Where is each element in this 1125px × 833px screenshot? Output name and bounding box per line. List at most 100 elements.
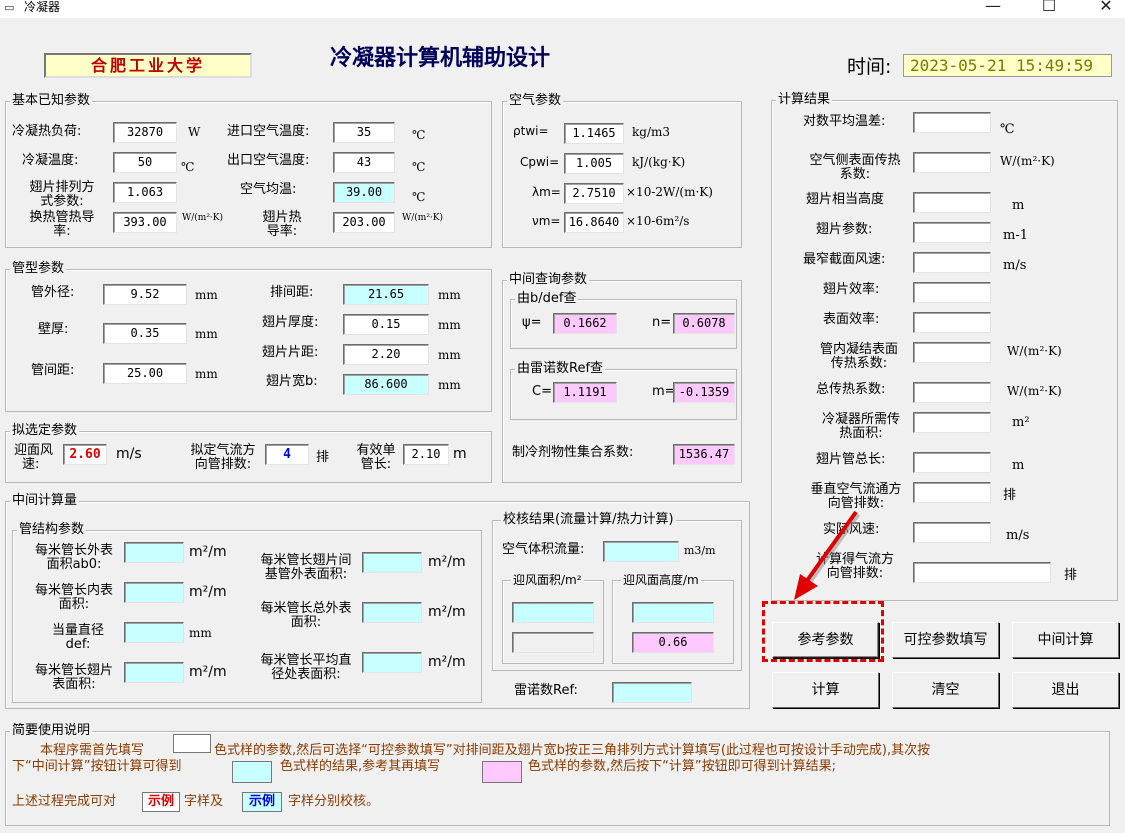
c-field[interactable]: 1.1191 xyxy=(553,382,617,403)
close-button[interactable]: ✕ xyxy=(1091,0,1121,15)
fin-width-unit: mm xyxy=(438,378,461,392)
wall-thickness-unit: mm xyxy=(195,327,218,341)
chosen-params-title: 拟选定参数 xyxy=(10,423,80,439)
air-flow-field[interactable] xyxy=(603,541,679,562)
fin-thickness-field[interactable]: 0.15 xyxy=(343,314,429,335)
surface-efficiency-label: 表面效率: xyxy=(823,312,880,327)
usage-line3c: 字样分别校核。 xyxy=(288,794,380,809)
maximize-button[interactable]: ☐ xyxy=(1034,0,1064,15)
vertical-rows-field[interactable] xyxy=(913,482,991,503)
avg-dia-area-field[interactable] xyxy=(362,652,422,673)
outer-diameter-field[interactable]: 9.52 xyxy=(103,284,187,305)
n-field[interactable]: 0.6078 xyxy=(673,313,735,334)
fin-width-field[interactable]: 86.600 xyxy=(343,374,429,395)
inlet-air-unit: ℃ xyxy=(412,128,426,142)
fin-param-field[interactable] xyxy=(913,222,991,243)
outer-diameter-unit: mm xyxy=(195,288,218,302)
air-htc-field[interactable] xyxy=(913,152,991,173)
surface-efficiency-field[interactable] xyxy=(913,312,991,333)
intermediate-calc-button[interactable]: 中间计算 xyxy=(1012,622,1119,658)
cp-field[interactable]: 1.005 xyxy=(564,153,624,174)
fin-tube-length-field[interactable] xyxy=(913,452,991,473)
fin-conductivity-field[interactable]: 203.00 xyxy=(333,212,395,233)
face-area-field-1[interactable] xyxy=(512,602,594,623)
psi-field[interactable]: 0.1662 xyxy=(553,313,617,334)
row-count-unit: 排 xyxy=(316,450,330,465)
usage-line2b: 色式样的结果,参考其再填写 xyxy=(280,759,441,774)
inner-area-unit: m²/m xyxy=(189,584,227,600)
outer-area-field[interactable] xyxy=(124,542,184,563)
fin-height-unit: m xyxy=(1012,198,1025,213)
exit-button[interactable]: 退出 xyxy=(1012,672,1119,708)
face-height-field-1[interactable] xyxy=(632,602,714,623)
fin-pitch-field[interactable]: 2.20 xyxy=(343,344,429,365)
face-velocity-field[interactable]: 2.60 xyxy=(63,444,107,465)
total-outer-area-field[interactable] xyxy=(362,602,422,623)
face-velocity-unit: m/s xyxy=(116,446,142,462)
fin-arrangement-field[interactable]: 1.063 xyxy=(113,182,177,203)
rho-field[interactable]: 1.1465 xyxy=(564,123,624,144)
fin-efficiency-label: 翅片效率: xyxy=(823,282,880,297)
fin-efficiency-field[interactable] xyxy=(913,282,991,303)
row-count-field[interactable]: 4 xyxy=(265,444,309,465)
air-avg-field[interactable]: 39.00 xyxy=(333,182,395,203)
equiv-diameter-field[interactable] xyxy=(124,622,184,643)
max-velocity-unit: m/s xyxy=(1003,258,1027,273)
fin-arrangement-label: 翅片排列方 式参数: xyxy=(29,180,95,209)
fin-base-area-field[interactable] xyxy=(362,552,422,573)
annotation-arrow-icon xyxy=(794,510,861,600)
cond-temp-field[interactable]: 50 xyxy=(113,152,177,173)
blue-sample-text: 示例 xyxy=(242,792,282,812)
calculate-button[interactable]: 计算 xyxy=(772,672,879,708)
usage-line1a: 本程序需首先填写 xyxy=(40,743,145,758)
actual-velocity-field[interactable] xyxy=(913,522,991,543)
wall-thickness-field[interactable]: 0.35 xyxy=(103,323,187,344)
red-sample-text: 示例 xyxy=(142,792,180,812)
lmtd-field[interactable] xyxy=(913,112,991,133)
air-avg-unit: ℃ xyxy=(412,190,426,204)
tube-pitch-field[interactable]: 25.00 xyxy=(103,363,187,384)
fin-surface-area-unit: m²/m xyxy=(189,664,227,680)
controllable-params-button[interactable]: 可控参数填写 xyxy=(892,622,999,658)
heat-load-field[interactable]: 32870 xyxy=(113,122,177,143)
max-velocity-field[interactable] xyxy=(913,252,991,273)
face-area-field-2[interactable] xyxy=(512,632,594,653)
tube-conductivity-field[interactable]: 393.00 xyxy=(113,212,177,233)
cond-temp-unit: ℃ xyxy=(181,160,195,174)
reynolds-label: 雷诺数Ref: xyxy=(514,683,578,698)
usage-line2a: 下“中间计算”按钮计算可得到 xyxy=(12,759,182,774)
fin-param-unit: m-1 xyxy=(1003,228,1028,243)
fin-conductivity-unit: W/(m²·K) xyxy=(402,213,444,223)
reynolds-field[interactable] xyxy=(612,682,692,703)
required-area-field[interactable] xyxy=(913,412,991,433)
outer-area-label: 每米管长外表 面积ab0: xyxy=(34,543,113,572)
fin-height-field[interactable] xyxy=(913,192,991,213)
m-field[interactable]: -0.1359 xyxy=(673,382,735,403)
inner-area-field[interactable] xyxy=(124,582,184,603)
refrigerant-coef-field[interactable]: 1536.47 xyxy=(673,444,735,465)
nu-unit: ×10-6m²/s xyxy=(626,214,690,228)
c-label: C= xyxy=(532,384,552,399)
outlet-air-unit: ℃ xyxy=(412,160,426,174)
window-titlebar: ▭ 冷凝器 — ☐ ✕ xyxy=(0,0,1125,18)
tube-htc-field[interactable] xyxy=(913,342,991,363)
total-k-field[interactable] xyxy=(913,382,991,403)
total-outer-area-unit: m²/m xyxy=(428,604,466,620)
inlet-air-field[interactable]: 35 xyxy=(333,122,395,143)
row-pitch-unit: mm xyxy=(438,288,461,302)
minimize-button[interactable]: — xyxy=(978,0,1008,15)
nu-field[interactable]: 16.8640 xyxy=(564,212,624,233)
lambda-field[interactable]: 2.7510 xyxy=(564,183,624,204)
face-height-field-2[interactable]: 0.66 xyxy=(632,632,714,653)
calc-rows-field[interactable] xyxy=(913,562,1051,583)
fin-surface-area-field[interactable] xyxy=(124,662,184,683)
face-area-title: 迎风面积/m² xyxy=(511,572,584,588)
outlet-air-field[interactable]: 43 xyxy=(333,152,395,173)
fin-surface-area-label: 每米管长翅片 表面积: xyxy=(34,663,113,692)
avg-dia-area-label: 每米管长平均直 径处表面积: xyxy=(260,653,352,682)
effective-length-field[interactable]: 2.10 xyxy=(403,444,449,465)
usage-line2c: 色式样的参数,然后按下“计算”按钮即可得到计算结果; xyxy=(528,759,836,774)
clear-button[interactable]: 清空 xyxy=(892,672,999,708)
def-lookup-title: 由b/def查 xyxy=(515,291,579,307)
row-pitch-field[interactable]: 21.65 xyxy=(343,284,429,305)
